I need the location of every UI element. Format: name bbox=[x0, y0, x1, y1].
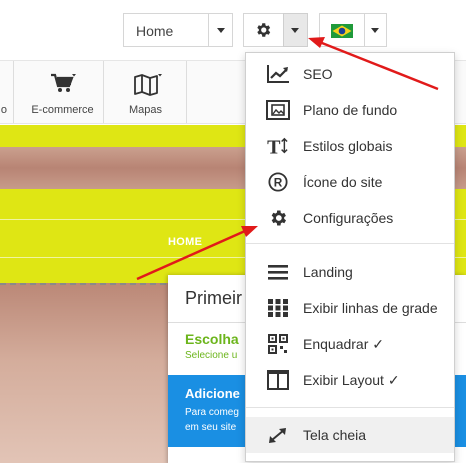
ecommerce-label: E-commerce bbox=[31, 104, 94, 116]
menu-item-label: Plano de fundo bbox=[303, 102, 398, 118]
step-1-subtitle: Selecione u bbox=[185, 350, 238, 361]
menu-item-label: Exibir Layout ✓ bbox=[303, 372, 400, 388]
toolbar-item-partial[interactable]: o bbox=[0, 61, 14, 123]
menu-item-label: Enquadrar ✓ bbox=[303, 336, 384, 352]
menu-item-seo[interactable]: SEO bbox=[246, 56, 454, 92]
toolbar-item-partial-label: o bbox=[0, 104, 7, 116]
menu-item-fullscreen[interactable]: Tela cheia bbox=[246, 417, 454, 453]
fullscreen-expand-icon bbox=[269, 428, 286, 443]
settings-button-group[interactable] bbox=[243, 13, 308, 47]
site-nav-home-link[interactable]: HOME bbox=[168, 236, 202, 248]
menu-item-label: Landing bbox=[303, 264, 353, 280]
page-select-value: Home bbox=[136, 23, 174, 39]
step-1-title[interactable]: Escolha bbox=[185, 331, 239, 347]
chevron-down-icon[interactable] bbox=[291, 28, 299, 33]
step-2-title: Adicione bbox=[185, 386, 240, 401]
menu-item-landing[interactable]: Landing bbox=[246, 254, 454, 290]
menu-item-site-icon[interactable]: R Ícone do site bbox=[246, 164, 454, 200]
menu-item-label: Exibir linhas de grade bbox=[303, 300, 438, 316]
gear-icon[interactable] bbox=[254, 21, 272, 39]
page-select[interactable]: Home bbox=[123, 13, 233, 47]
grid-icon bbox=[268, 299, 288, 317]
menu-item-label: SEO bbox=[303, 66, 333, 82]
toolbar-item-maps[interactable]: Mapas bbox=[105, 61, 187, 123]
menu-item-settings[interactable]: Configurações bbox=[246, 200, 454, 236]
svg-text:R: R bbox=[274, 176, 283, 190]
settings-dropdown-menu: SEO Plano de fundo T Estilos globais R Í… bbox=[245, 52, 455, 462]
top-bar: Home bbox=[0, 0, 466, 60]
gear-icon bbox=[271, 210, 286, 226]
language-select-divider bbox=[364, 14, 365, 46]
svg-text:T: T bbox=[267, 136, 281, 156]
map-icon bbox=[134, 74, 162, 96]
hamburger-icon bbox=[268, 265, 288, 280]
panel-title: Primeir bbox=[185, 288, 242, 308]
trend-chart-icon bbox=[267, 65, 289, 83]
menu-item-snap[interactable]: Enquadrar ✓ bbox=[246, 326, 454, 362]
menu-item-background[interactable]: Plano de fundo bbox=[246, 92, 454, 128]
registered-icon: R bbox=[268, 172, 288, 192]
maps-label: Mapas bbox=[128, 104, 163, 116]
menu-divider bbox=[246, 243, 454, 244]
text-style-icon: T bbox=[267, 136, 288, 156]
step-2-description-line1: Para comeg bbox=[185, 407, 239, 418]
layout-columns-icon bbox=[267, 370, 289, 390]
menu-item-label: Configurações bbox=[303, 210, 394, 226]
menu-item-show-layout[interactable]: Exibir Layout ✓ bbox=[246, 362, 454, 398]
menu-item-label: Tela cheia bbox=[303, 427, 367, 443]
menu-item-grid-lines[interactable]: Exibir linhas de grade bbox=[246, 290, 454, 326]
language-select[interactable] bbox=[319, 13, 387, 47]
brazil-flag-icon[interactable] bbox=[331, 24, 353, 38]
menu-item-global-styles[interactable]: T Estilos globais bbox=[246, 128, 454, 164]
qr-frame-icon bbox=[268, 334, 288, 354]
chevron-down-icon[interactable] bbox=[217, 28, 225, 33]
shopping-cart-icon bbox=[51, 73, 76, 92]
settings-dropdown-toggle[interactable] bbox=[283, 13, 308, 47]
menu-item-label: Estilos globais bbox=[303, 138, 393, 154]
chevron-down-icon[interactable] bbox=[371, 28, 379, 33]
step-2-description-line2: em seu site bbox=[185, 422, 237, 433]
toolbar-item-ecommerce[interactable]: E-commerce bbox=[22, 61, 104, 123]
menu-item-label: Ícone do site bbox=[303, 174, 383, 190]
page-select-divider bbox=[208, 14, 209, 46]
menu-divider bbox=[246, 407, 454, 408]
background-image-icon bbox=[266, 100, 290, 120]
